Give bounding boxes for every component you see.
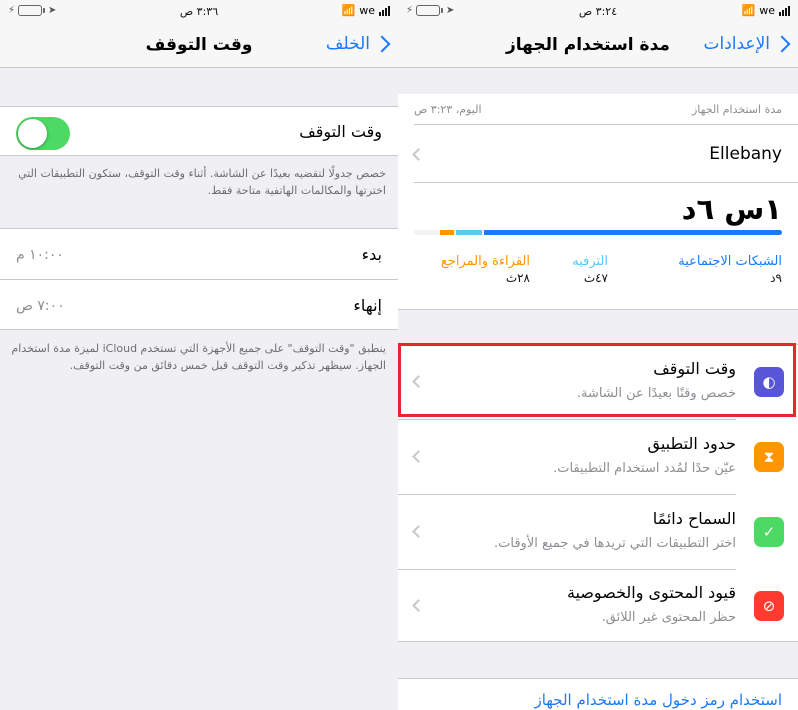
row-separator — [414, 124, 798, 125]
status-time: ٣:٣٦ ص — [179, 5, 219, 18]
start-row[interactable]: بدء ١٠:٠٠ م — [0, 229, 398, 279]
usage-segment-entertainment — [456, 230, 483, 235]
end-label: إنهاء — [353, 296, 382, 315]
category-name: الترفيه — [572, 254, 608, 269]
menu-subtitle: حظر المحتوى غير اللائق. — [601, 610, 736, 625]
status-right: 📶 we — [742, 4, 790, 17]
status-bar: ⚡ ➤ ٣:٣٦ ص 📶 we — [0, 0, 398, 22]
end-value: ٧:٠٠ ص — [16, 298, 65, 314]
nav-bar: مدة استخدام الجهاز الإعدادات — [398, 22, 798, 68]
chevron-icon — [412, 375, 425, 388]
back-label: الإعدادات — [703, 34, 770, 54]
category-time: ٢٨ث — [505, 271, 530, 285]
icloud-footer: ينطبق "وقت التوقف" على جميع الأجهزة التي… — [11, 342, 386, 372]
settings-menu: ◐ وقت التوقف خصص وقتًا بعيدًا عن الشاشة.… — [398, 344, 798, 642]
menu-item-downtime[interactable]: ◐ وقت التوقف خصص وقتًا بعيدًا عن الشاشة. — [398, 345, 798, 419]
menu-item-app-limits[interactable]: ⧗ حدود التطبيق عيّن حدًا لمُدد استخدام ا… — [398, 420, 798, 494]
menu-title: قيود المحتوى والخصوصية — [566, 583, 736, 602]
category-name: القراءة والمراجع — [440, 254, 530, 269]
category-social: الشبكات الاجتماعية ٩د — [678, 254, 782, 285]
status-bar: ⚡ ➤ ٣:٢٤ ص 📶 we — [398, 0, 798, 22]
chevron-icon — [412, 525, 425, 538]
checkmark-badge-icon: ✓ — [754, 517, 784, 547]
chevron-back-icon — [773, 35, 791, 53]
category-time: ٩د — [770, 271, 782, 285]
usage-bar — [414, 230, 782, 235]
page-title: مدة استخدام الجهاز — [506, 35, 670, 55]
chevron-icon — [412, 450, 425, 463]
menu-subtitle: خصص وقتًا بعيدًا عن الشاشة. — [576, 386, 736, 401]
screen-time-screen: ⚡ ➤ ٣:٢٤ ص 📶 we مدة استخدام الجهاز الإعد… — [398, 0, 798, 710]
category-reading: القراءة والمراجع ٢٨ث — [441, 254, 530, 285]
usage-segment-reading — [439, 230, 455, 235]
menu-title: السماح دائمًا — [652, 509, 736, 528]
toggle-label: وقت التوقف — [299, 122, 382, 141]
downtime-screen: ⚡ ➤ ٣:٣٦ ص 📶 we وقت التوقف الخلف وقت الت… — [0, 0, 398, 710]
wifi-icon: 📶 — [341, 4, 356, 17]
menu-title: حدود التطبيق — [647, 434, 737, 453]
schedule-group: بدء ١٠:٠٠ م إنهاء ٧:٠٠ ص — [0, 228, 398, 330]
back-button[interactable]: الخلف — [325, 34, 391, 54]
start-label: بدء — [361, 245, 382, 264]
category-name: الشبكات الاجتماعية — [678, 254, 782, 269]
summary-date: اليوم، ٣:٢٣ ص — [414, 103, 482, 116]
menu-title: وقت التوقف — [653, 359, 736, 378]
status-right: 📶 we — [342, 4, 390, 17]
back-label: الخلف — [325, 34, 370, 54]
device-name: Ellebany — [709, 144, 782, 164]
downtime-icon: ◐ — [754, 367, 784, 397]
status-time: ٣:٢٤ ص — [578, 5, 618, 18]
chevron-icon — [412, 148, 425, 161]
screens: ⚡ ➤ ٣:٣٦ ص 📶 we وقت التوقف الخلف وقت الت… — [0, 0, 798, 710]
nav-bar: وقت التوقف الخلف — [0, 22, 398, 68]
settings-back-button[interactable]: الإعدادات — [703, 34, 791, 54]
wifi-icon: 📶 — [741, 4, 756, 17]
passcode-row[interactable]: استخدام رمز دخول مدة استخدام الجهاز — [398, 678, 798, 710]
menu-subtitle: عيّن حدًا لمُدد استخدام التطبيقات. — [553, 461, 736, 476]
carrier-name: we — [759, 4, 775, 17]
menu-subtitle: اختر التطبيقات التي تريدها في جميع الأوق… — [494, 536, 736, 551]
carrier-name: we — [359, 4, 375, 17]
usage-segment-social — [483, 230, 782, 235]
usage-summary-card[interactable]: مدة استخدام الجهاز اليوم، ٣:٢٣ ص Elleban… — [398, 94, 798, 310]
hourglass-icon: ⧗ — [754, 442, 784, 472]
end-row[interactable]: إنهاء ٧:٠٠ ص — [0, 280, 398, 330]
restriction-icon: ⊘ — [754, 591, 784, 621]
downtime-toggle-row: وقت التوقف — [0, 106, 398, 156]
menu-item-content-privacy[interactable]: ⊘ قيود المحتوى والخصوصية حظر المحتوى غير… — [398, 570, 798, 642]
menu-item-always-allowed[interactable]: ✓ السماح دائمًا اختر التطبيقات التي تريد… — [398, 495, 798, 569]
category-entertainment: الترفيه ٤٧ث — [572, 254, 608, 285]
toggle-knob — [18, 119, 47, 148]
signal-icon — [379, 5, 390, 16]
category-time: ٤٧ث — [583, 271, 608, 285]
downtime-toggle[interactable] — [16, 117, 70, 150]
downtime-description: خصص جدولًا لتقضيه بعيدًا عن الشاشة. أثنا… — [18, 167, 386, 197]
row-separator — [414, 182, 798, 183]
signal-icon — [779, 5, 790, 16]
passcode-link[interactable]: استخدام رمز دخول مدة استخدام الجهاز — [535, 691, 782, 709]
total-usage: ١س ٦د — [681, 192, 782, 226]
start-value: ١٠:٠٠ م — [16, 247, 64, 263]
chevron-back-icon — [373, 35, 391, 53]
summary-section-label: مدة استخدام الجهاز — [692, 103, 782, 116]
chevron-icon — [412, 599, 425, 612]
